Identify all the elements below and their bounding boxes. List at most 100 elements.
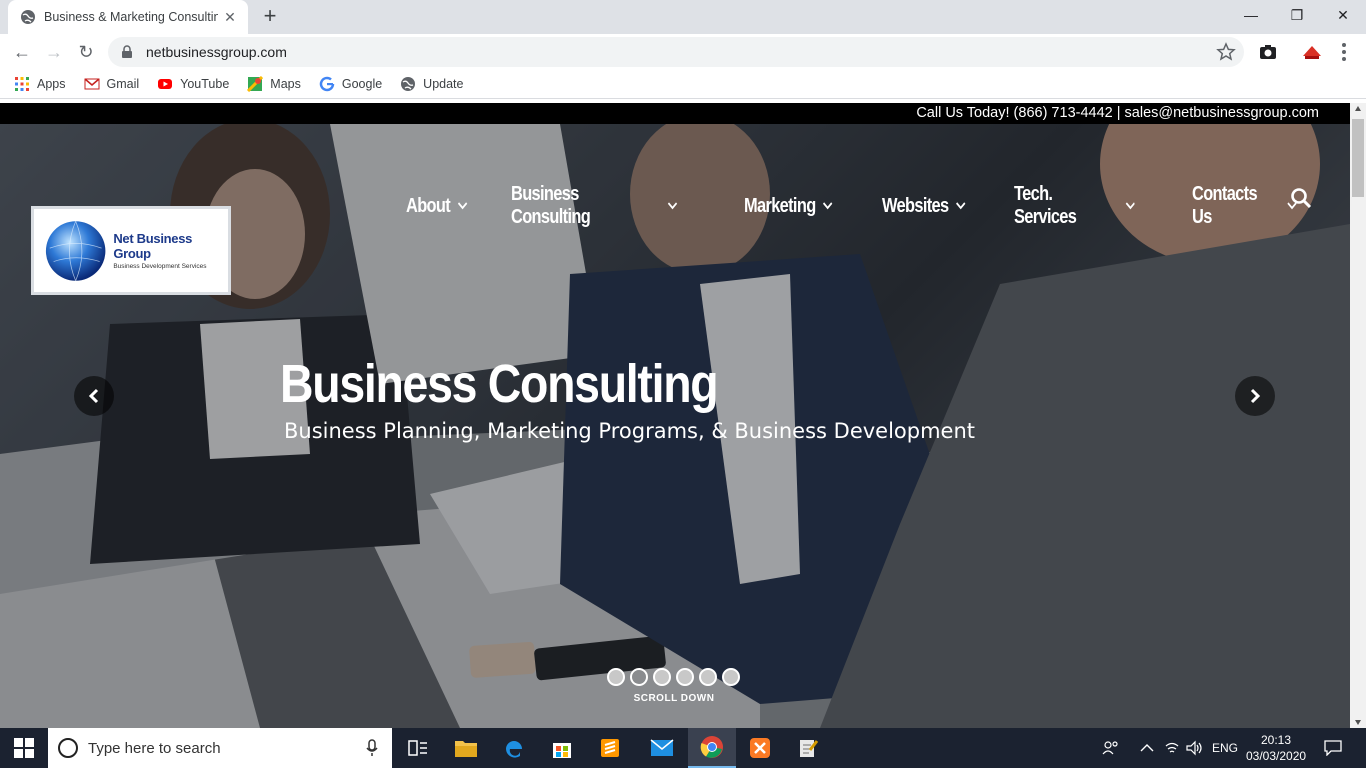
bookmark-apps[interactable]: Apps [14,76,66,92]
nav-item-tech-services[interactable]: Tech. Services [1014,183,1136,229]
nav-item-websites[interactable]: Websites [882,195,966,218]
notepad-icon [800,740,819,757]
xampp-button[interactable] [736,728,784,768]
sublime-button[interactable] [586,728,634,768]
scroll-down-label[interactable]: SCROLL DOWN [600,693,748,704]
language-indicator[interactable]: ENG [1212,728,1238,768]
nav-label: Websites [882,194,949,217]
browser-toolbar: ← → ↻ netbusinessgroup.com [0,34,1366,70]
folder-icon [455,741,477,757]
maps-icon [247,76,264,92]
nav-item-contacts-us[interactable]: Contacts Us [1192,183,1297,229]
page-viewport: Call Us Today! (866) 713-4442 | sales@ne… [0,103,1350,728]
chevron-down-icon [457,202,468,210]
contact-topbar: Call Us Today! (866) 713-4442 | sales@ne… [0,103,1350,124]
task-view-icon [408,740,427,756]
bookmark-star-icon[interactable] [1216,42,1236,62]
minimize-button[interactable]: — [1228,0,1274,30]
action-center-icon[interactable] [1324,728,1342,768]
logo-tagline: Business Development Services [113,263,207,270]
mail-icon [650,739,674,756]
microphone-icon[interactable] [366,739,378,757]
chevron-down-icon [823,202,833,210]
slider-prev-button[interactable] [74,376,114,416]
scrollbar-thumb[interactable] [1352,119,1364,197]
search-icon[interactable] [1290,187,1312,209]
bookmark-label: Gmail [106,77,140,91]
reload-button[interactable]: ↻ [72,38,100,66]
scroll-down-icon[interactable] [1354,718,1362,726]
xampp-icon [750,738,770,758]
edge-button[interactable] [490,728,538,768]
scroll-up-icon[interactable] [1354,105,1362,113]
page-scrollbar[interactable] [1350,103,1366,728]
back-button[interactable]: ← [8,38,36,66]
chevron-down-icon [956,202,966,210]
nav-item-business-consulting[interactable]: Business Consulting [511,183,678,229]
people-icon[interactable] [1102,728,1120,768]
address-bar[interactable]: netbusinessgroup.com [108,37,1244,67]
windows-taskbar: Type here to search ENG 20:13 03/03/2020 [0,728,1366,768]
notepad-button[interactable] [784,728,832,768]
bookmark-label: Update [423,77,464,91]
slider-dot-2[interactable] [630,668,648,686]
lock-icon [122,45,132,58]
camera-icon[interactable] [1258,42,1278,62]
slide-title: Business Consulting [280,354,719,414]
extension-icon[interactable] [1301,42,1323,62]
slider-dot-4[interactable] [676,668,694,686]
nav-label: Business Consulting [510,183,591,228]
new-tab-button[interactable]: + [258,4,282,28]
slider-dot-1[interactable] [607,668,625,686]
nav-label: About [406,194,451,217]
forward-button[interactable]: → [40,38,68,66]
slider-dot-6[interactable] [722,668,740,686]
gmail-icon [83,78,100,90]
nav-item-about[interactable]: About [406,194,468,218]
clock-date: 03/03/2020 [1246,749,1307,763]
wifi-icon[interactable] [1164,728,1180,768]
bookmark-google[interactable]: Google [319,76,382,92]
show-hidden-icons[interactable] [1140,728,1154,768]
slider-dot-5[interactable] [699,668,717,686]
browser-menu-icon[interactable] [1336,40,1352,64]
globe-logo-icon [45,220,106,281]
close-window-button[interactable]: ✕ [1320,0,1366,30]
taskbar-search-box[interactable]: Type here to search [48,728,392,768]
slide-subtitle: Business Planning, Marketing Programs, &… [284,419,976,443]
sublime-icon [601,739,619,757]
google-icon [319,76,335,92]
bookmark-youtube[interactable]: YouTube [157,76,229,92]
windows-start-icon[interactable] [14,738,34,758]
nav-label: Marketing [744,194,816,217]
site-logo[interactable]: Net Business Group Business Development … [31,206,231,295]
bookmark-label: Apps [37,77,66,91]
slider-dot-3[interactable] [653,668,671,686]
main-navigation: About Business Consulting Marketing Webs… [406,183,1350,229]
bookmarks-bar: Apps Gmail YouTube Maps Google Update [0,70,1366,99]
maximize-button[interactable]: ❐ [1274,0,1320,30]
chrome-button[interactable] [688,728,736,768]
nav-item-marketing[interactable]: Marketing [744,195,833,218]
clock-time: 20:13 [1260,733,1292,747]
tab-title: Business & Marketing Consulting [44,10,218,24]
system-clock[interactable]: 20:13 03/03/2020 [1246,732,1306,764]
store-icon [553,743,571,758]
close-tab-icon[interactable]: ✕ [222,9,238,25]
chevron-down-icon [668,202,678,210]
browser-tab-strip: Business & Marketing Consulting ✕ + — ❐ … [0,0,1366,34]
store-button[interactable] [538,728,586,768]
bookmark-gmail[interactable]: Gmail [83,76,140,92]
cortana-icon [58,738,78,758]
mail-button[interactable] [638,728,686,768]
bookmark-maps[interactable]: Maps [247,76,301,92]
task-view-button[interactable] [394,728,442,768]
chevron-down-icon [1125,202,1136,210]
bookmark-update[interactable]: Update [400,76,463,92]
slider-next-button[interactable] [1235,376,1275,416]
browser-tab[interactable]: Business & Marketing Consulting ✕ [8,0,248,34]
bookmark-label: YouTube [180,77,230,91]
chevron-right-icon [1250,388,1261,404]
volume-icon[interactable] [1186,728,1204,768]
file-explorer-button[interactable] [442,728,490,768]
